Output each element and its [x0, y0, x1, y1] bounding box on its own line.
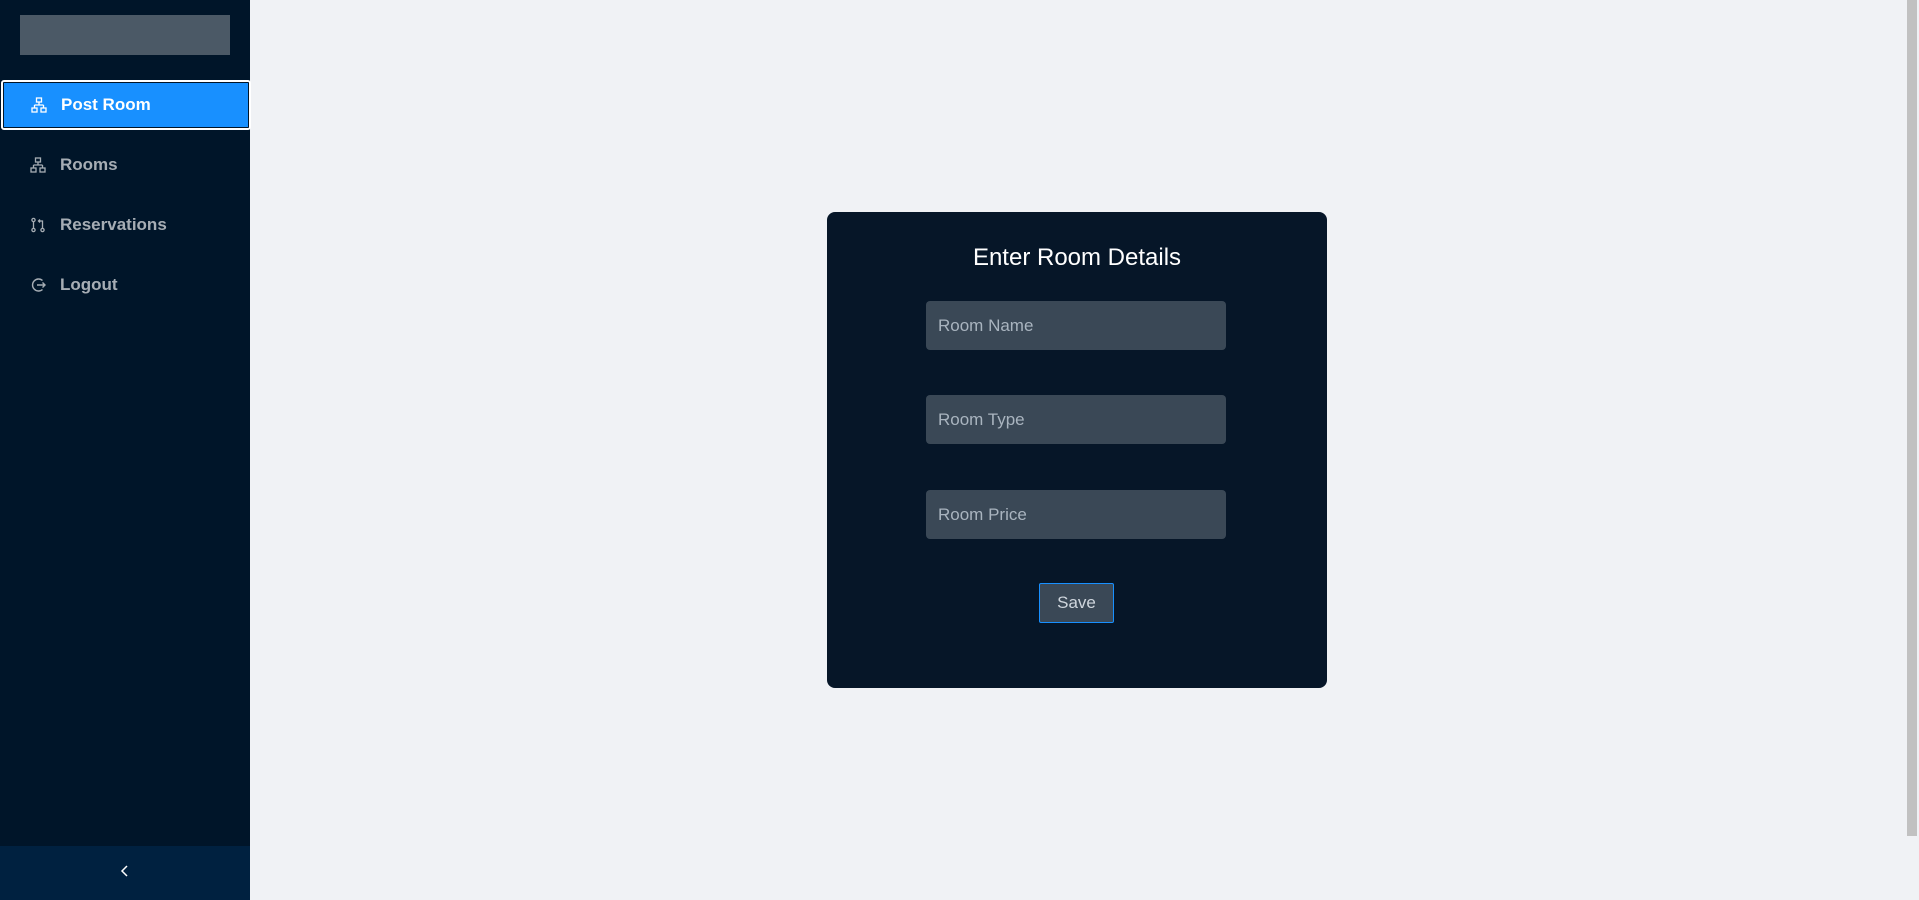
pull-request-icon — [30, 217, 46, 233]
sidebar-item-rooms[interactable]: Rooms — [0, 140, 250, 190]
sidebar-item-logout[interactable]: Logout — [0, 260, 250, 310]
room-price-input[interactable] — [926, 490, 1226, 539]
page-scrollbar[interactable] — [1905, 0, 1919, 900]
logout-icon — [30, 277, 46, 293]
sidebar: Post Room Rooms Reservations Logout — [0, 0, 251, 900]
room-type-input[interactable] — [926, 395, 1226, 444]
sidebar-item-post-room[interactable]: Post Room — [1, 80, 251, 130]
form-title: Enter Room Details — [972, 244, 1182, 271]
sidebar-item-label: Logout — [60, 275, 118, 294]
chevron-left-icon — [118, 864, 132, 883]
sidebar-item-label: Rooms — [60, 155, 118, 174]
room-name-input[interactable] — [926, 301, 1226, 350]
scrollbar-thumb[interactable] — [1907, 0, 1917, 836]
sidebar-item-label: Reservations — [60, 215, 167, 234]
cluster-icon — [31, 97, 47, 113]
save-button[interactable]: Save — [1039, 583, 1114, 623]
sidebar-menu: Post Room Rooms Reservations Logout — [0, 80, 251, 320]
cluster-icon — [30, 157, 46, 173]
room-details-card: Enter Room Details Save — [827, 212, 1327, 688]
sidebar-item-reservations[interactable]: Reservations — [0, 200, 250, 250]
sidebar-item-label: Post Room — [61, 95, 151, 114]
logo-placeholder — [20, 15, 230, 55]
sidebar-collapse-button[interactable] — [0, 846, 250, 900]
